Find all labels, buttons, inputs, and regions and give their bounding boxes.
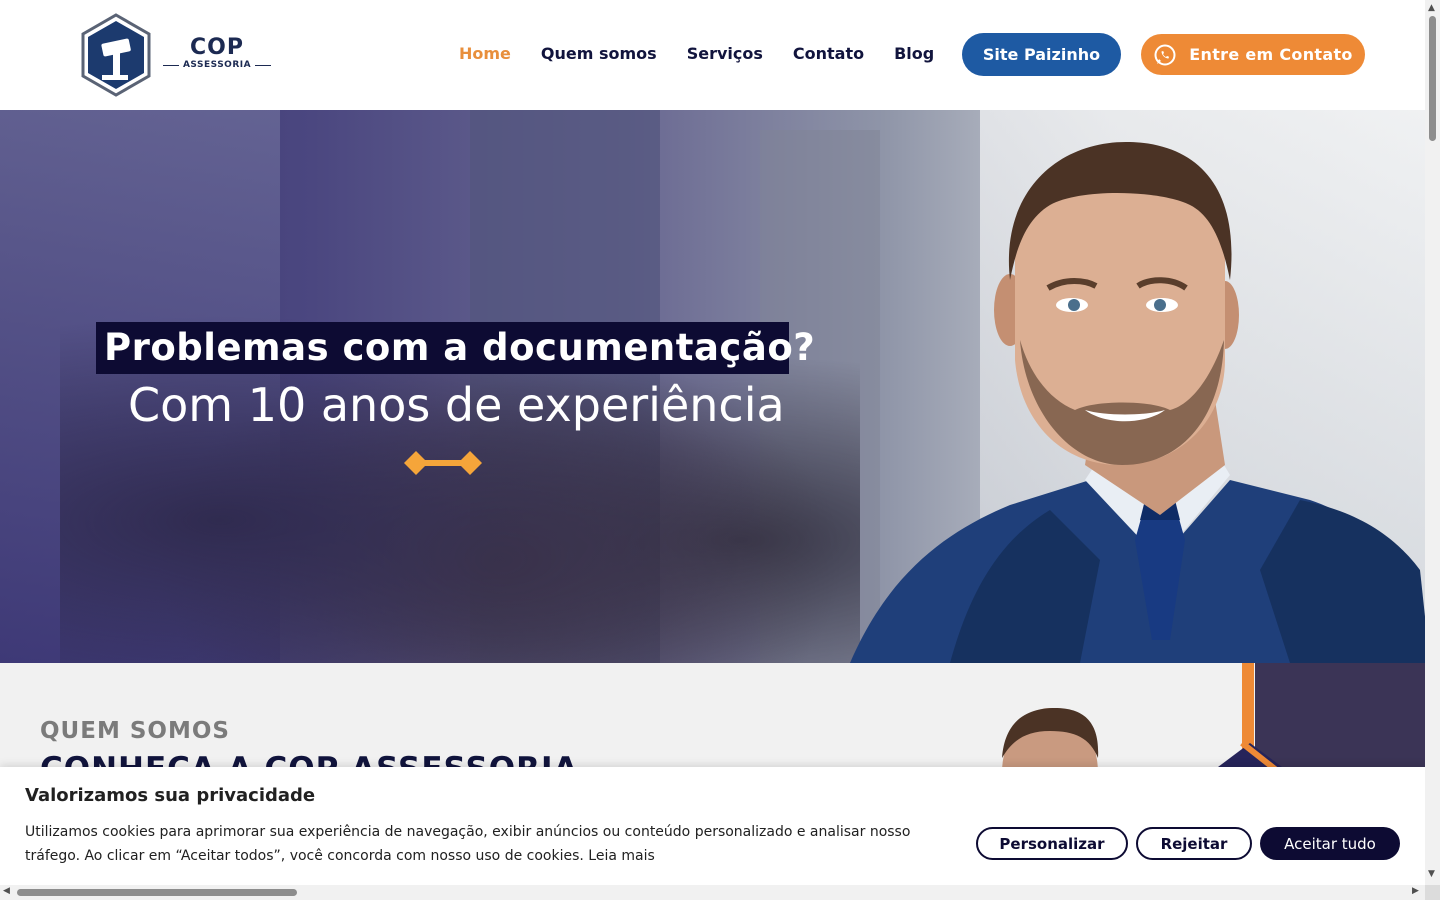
cookie-customize-button[interactable]: Personalizar: [976, 827, 1128, 860]
site-paizinho-button[interactable]: Site Paizinho: [962, 33, 1121, 76]
nav-servicos[interactable]: Serviços: [687, 44, 763, 63]
hero-headline: Problemas com a documentação?: [104, 326, 816, 369]
cookie-reject-button[interactable]: Rejeitar: [1136, 827, 1252, 860]
whatsapp-icon: [1154, 44, 1176, 65]
scroll-down-arrow-icon[interactable]: ▼: [1428, 869, 1435, 879]
about-kicker: QUEM SOMOS: [40, 718, 230, 744]
nav-contato[interactable]: Contato: [793, 44, 864, 63]
logo-rule-left: [163, 64, 179, 66]
logo-sub: ASSESSORIA: [182, 60, 252, 70]
vertical-scroll-thumb[interactable]: [1429, 16, 1436, 141]
cookie-description-text: Utilizamos cookies para aprimorar sua ex…: [25, 824, 911, 864]
site-header: COP ASSESSORIA Home Quem somos Serviços …: [0, 0, 1425, 110]
scroll-up-arrow-icon[interactable]: ▲: [1428, 3, 1435, 13]
logo-wordmark: COP ASSESSORIA: [163, 35, 272, 70]
hero-banner: Problemas com a documentação? Com 10 ano…: [0, 110, 1425, 663]
entre-em-contato-button[interactable]: Entre em Contato: [1141, 34, 1365, 75]
gavel-hexagon-icon: [81, 13, 151, 97]
cookie-read-more-link[interactable]: Leia mais: [588, 848, 655, 864]
cookie-accept-all-button[interactable]: Aceitar tudo: [1260, 827, 1400, 860]
logo-rule-right: [255, 64, 272, 66]
nav-quem-somos[interactable]: Quem somos: [541, 44, 657, 63]
nav-blog[interactable]: Blog: [894, 44, 934, 63]
cookie-title: Valorizamos sua privacidade: [25, 785, 316, 806]
scroll-right-arrow-icon[interactable]: ▶: [1412, 886, 1419, 896]
scrollbar-corner: [1425, 885, 1440, 900]
horizontal-scroll-thumb[interactable]: [17, 889, 297, 896]
hero-subheadline: Com 10 anos de experiência: [128, 378, 785, 432]
entre-em-contato-label: Entre em Contato: [1189, 45, 1353, 64]
main-nav: Home Quem somos Serviços Contato Blog: [459, 44, 934, 63]
logo-brand: COP: [190, 35, 244, 60]
horizontal-scrollbar[interactable]: ◀ ▶: [0, 885, 1425, 900]
scroll-left-arrow-icon[interactable]: ◀: [3, 886, 10, 896]
nav-home[interactable]: Home: [459, 44, 511, 63]
cookie-description: Utilizamos cookies para aprimorar sua ex…: [25, 820, 945, 868]
vertical-scrollbar[interactable]: ▲ ▼: [1425, 0, 1440, 885]
cookie-consent-banner: Valorizamos sua privacidade Utilizamos c…: [0, 767, 1425, 885]
diamond-divider-icon: [404, 451, 482, 475]
hero-businessman-image: [850, 141, 1425, 663]
cop-logo[interactable]: COP ASSESSORIA: [80, 13, 280, 97]
